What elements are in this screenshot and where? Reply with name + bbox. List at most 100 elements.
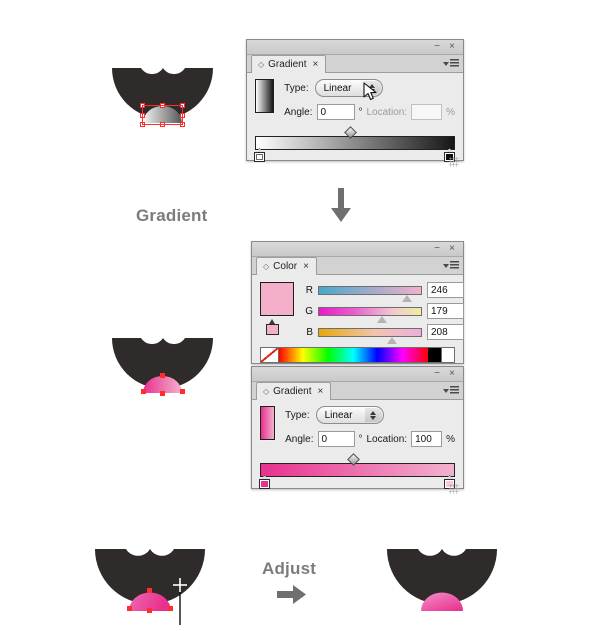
- path-anchor-point[interactable]: [127, 606, 132, 611]
- fill-color-swatch[interactable]: [259, 281, 295, 317]
- gradient-stop-left[interactable]: [259, 475, 270, 489]
- panel-menu-icon[interactable]: [441, 57, 459, 70]
- location-input[interactable]: [411, 104, 443, 120]
- gradient-ramp[interactable]: [260, 463, 455, 477]
- panel-menu-icon[interactable]: [441, 259, 459, 272]
- artwork-shape-2[interactable]: [110, 330, 215, 402]
- b-value-input[interactable]: 208: [427, 324, 464, 340]
- gradient-ramp-area[interactable]: [254, 126, 455, 162]
- screenshot-canvas: − × ◇ Gradient × Type: Linear Angle: 0 °…: [0, 0, 600, 631]
- path-anchor-point[interactable]: [147, 608, 152, 613]
- black-swatch[interactable]: [428, 348, 441, 362]
- g-value-input[interactable]: 179: [427, 303, 464, 319]
- angle-input[interactable]: 0: [317, 431, 355, 447]
- selection-handle[interactable]: [140, 103, 145, 108]
- rgb-row-b: B 208: [303, 324, 464, 344]
- angle-input[interactable]: 0: [316, 104, 355, 120]
- gradient-panel-top[interactable]: − × ◇ Gradient × Type: Linear Angle: 0 °…: [246, 39, 464, 167]
- color-spectrum-bar[interactable]: [260, 347, 455, 363]
- panel-titlebar[interactable]: − ×: [252, 242, 463, 257]
- minimize-icon[interactable]: −: [431, 243, 443, 255]
- gradient-type-value: Linear: [323, 82, 352, 94]
- resize-grip-icon[interactable]: [449, 484, 459, 494]
- tab-color[interactable]: ◇ Color ×: [256, 257, 317, 275]
- panel-titlebar[interactable]: − ×: [247, 40, 463, 55]
- tab-diamond-icon: ◇: [258, 60, 265, 69]
- panel-tab-row: ◇ Color ×: [252, 257, 463, 275]
- panel-menu-icon[interactable]: [441, 384, 459, 397]
- color-panel[interactable]: − × ◇ Color × R 246 G 179 B 208: [251, 241, 464, 364]
- minimize-icon[interactable]: −: [431, 368, 443, 380]
- gradient-stop-left[interactable]: [254, 148, 265, 162]
- angle-label: Angle:: [285, 433, 314, 445]
- path-anchor-point[interactable]: [147, 588, 152, 593]
- channel-letter: G: [305, 305, 313, 317]
- tab-close-icon[interactable]: ×: [303, 261, 309, 272]
- b-slider[interactable]: [318, 327, 422, 344]
- caption-gradient: Gradient: [136, 206, 208, 225]
- panel-tab-row: ◇ Gradient ×: [252, 382, 463, 400]
- close-icon[interactable]: ×: [446, 41, 458, 53]
- panel-body: R 246 G 179 B 208: [252, 275, 464, 369]
- tab-gradient[interactable]: ◇ Gradient ×: [256, 382, 332, 400]
- r-slider-thumb[interactable]: [402, 294, 412, 302]
- path-anchor-point[interactable]: [180, 389, 185, 394]
- none-swatch[interactable]: [261, 348, 279, 362]
- gradient-ramp[interactable]: [255, 136, 455, 150]
- rainbow-spectrum[interactable]: [279, 348, 428, 362]
- degree-symbol: °: [358, 106, 363, 118]
- r-value-input[interactable]: 246: [427, 282, 464, 298]
- tab-label: Color: [273, 261, 298, 272]
- g-slider-thumb[interactable]: [377, 315, 387, 323]
- tab-label: Gradient: [268, 59, 307, 70]
- gradient-ramp-area[interactable]: [259, 453, 455, 489]
- selection-handle[interactable]: [140, 122, 145, 127]
- path-anchor-point[interactable]: [141, 389, 146, 394]
- close-icon[interactable]: ×: [446, 368, 458, 380]
- selection-handle[interactable]: [180, 113, 185, 118]
- g-slider[interactable]: [318, 306, 422, 323]
- artwork-shape-3[interactable]: [93, 541, 208, 625]
- path-anchor-point[interactable]: [160, 391, 165, 396]
- arrow-down-icon: [331, 188, 351, 222]
- channel-letter: R: [305, 284, 313, 296]
- tab-gradient[interactable]: ◇ Gradient ×: [251, 55, 327, 73]
- white-swatch[interactable]: [441, 348, 454, 362]
- gradient-tool-crosshair-icon: [173, 578, 187, 625]
- panel-tab-row: ◇ Gradient ×: [247, 55, 463, 73]
- artwork-shape-4[interactable]: [385, 541, 500, 621]
- selection-handle[interactable]: [160, 103, 165, 108]
- tab-close-icon[interactable]: ×: [313, 59, 319, 70]
- gradient-preview-swatch[interactable]: [258, 405, 277, 441]
- rgb-row-g: G 179: [303, 303, 464, 323]
- close-icon[interactable]: ×: [446, 243, 458, 255]
- b-slider-thumb[interactable]: [387, 336, 397, 344]
- location-input[interactable]: 100: [411, 431, 443, 447]
- selection-handle[interactable]: [160, 122, 165, 127]
- r-slider[interactable]: [318, 285, 422, 302]
- resize-grip-icon[interactable]: [449, 157, 459, 167]
- gradient-type-value: Linear: [324, 409, 353, 421]
- stepper-icon[interactable]: [364, 408, 382, 422]
- caption-adjust: Adjust: [262, 559, 317, 578]
- panel-titlebar[interactable]: − ×: [252, 367, 463, 382]
- artwork-shape-1[interactable]: [110, 60, 215, 150]
- selection-handle[interactable]: [180, 122, 185, 127]
- gradient-preview-swatch[interactable]: [253, 78, 276, 114]
- minimize-icon[interactable]: −: [431, 41, 443, 53]
- type-label: Type:: [284, 82, 309, 94]
- panel-body: Type: Linear Angle: 0 ° Location:: [247, 73, 463, 170]
- tab-close-icon[interactable]: ×: [318, 386, 324, 397]
- tab-label: Gradient: [273, 386, 312, 397]
- gradient-panel-bottom[interactable]: − × ◇ Gradient × Type: Linear Angle: 0 °…: [251, 366, 464, 494]
- percent-symbol: %: [446, 106, 455, 118]
- path-anchor-point[interactable]: [160, 373, 165, 378]
- stroke-color-swatch[interactable]: [266, 319, 279, 335]
- gradient-type-dropdown[interactable]: Linear: [315, 406, 384, 424]
- tab-diamond-icon: ◇: [263, 262, 270, 271]
- type-label: Type:: [285, 409, 310, 421]
- selection-handle[interactable]: [140, 113, 145, 118]
- selection-handle[interactable]: [180, 103, 185, 108]
- angle-label: Angle:: [284, 106, 313, 118]
- rgb-row-r: R 246: [303, 282, 464, 302]
